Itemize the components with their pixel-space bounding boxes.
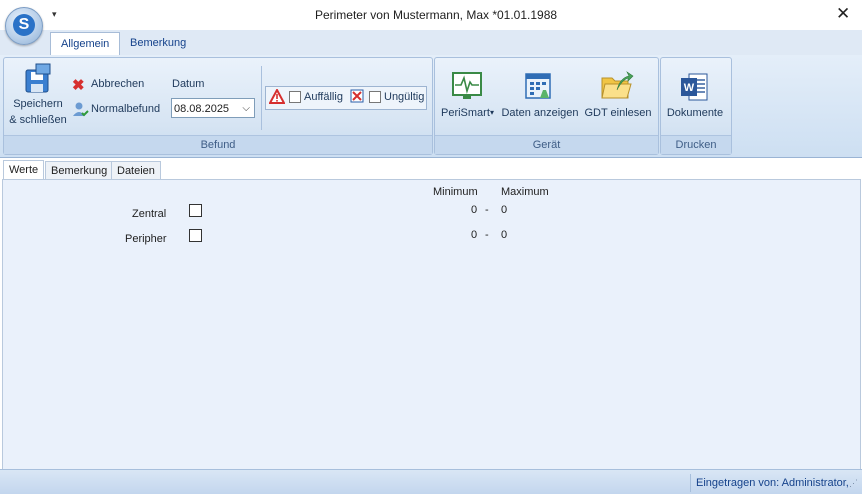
perismart-label: PeriSmart — [441, 107, 490, 119]
dokumente-button[interactable]: W Dokumente — [664, 70, 726, 122]
chevron-down-icon[interactable]: ⌵ — [242, 99, 250, 119]
perismart-button[interactable]: PeriSmart ▾ — [438, 70, 496, 122]
dokumente-label: Dokumente — [666, 107, 724, 119]
tab-bemerkung[interactable]: Bemerkung — [120, 32, 196, 55]
tab-werte[interactable]: Werte — [3, 160, 45, 180]
window-title: Perimeter von Mustermann, Max *01.01.198… — [314, 8, 558, 22]
cancel-label: Abbrechen — [91, 78, 145, 90]
tab-bemerkung-lower[interactable]: Bemerkung — [45, 161, 114, 180]
group-separator — [261, 66, 262, 130]
save-label-line1: Speichern — [13, 98, 63, 110]
tab-dateien[interactable]: Dateien — [111, 161, 161, 180]
ungueltig-checkbox[interactable] — [369, 91, 381, 103]
zentral-min-value: 0 — [471, 204, 478, 216]
save-icon — [25, 63, 51, 93]
app-menu-button[interactable]: S — [5, 7, 43, 45]
minimum-header: Minimum — [433, 186, 478, 198]
zentral-max-value: 0 — [501, 204, 508, 216]
tab-allgemein[interactable]: Allgemein — [50, 32, 121, 56]
maximum-header: Maximum — [501, 186, 549, 198]
perismart-dropdown-icon[interactable]: ▾ — [490, 108, 494, 117]
word-document-icon: W — [681, 73, 708, 101]
monitor-heartbeat-icon — [452, 72, 482, 99]
date-picker[interactable]: 08.08.2025 ⌵ — [171, 98, 255, 118]
close-button[interactable]: ✕ — [836, 4, 850, 24]
werte-panel — [2, 179, 861, 471]
save-close-button[interactable]: Speichern & schließen — [8, 60, 68, 130]
date-value: 08.08.2025 — [174, 103, 230, 115]
group-label-geraet: Gerät — [435, 135, 658, 154]
auffaellig-label: Auffällig — [304, 91, 343, 103]
invalid-x-icon — [350, 89, 364, 103]
row-label-zentral: Zentral — [132, 208, 167, 220]
data-table-icon — [525, 73, 551, 99]
zentral-separator: - — [485, 204, 489, 216]
auffaellig-checkbox[interactable] — [289, 91, 301, 103]
peripher-max-value: 0 — [501, 229, 508, 241]
cancel-x-icon: ✖ — [72, 77, 85, 94]
app-logo-icon: S — [13, 14, 35, 36]
group-label-befund: Befund — [4, 135, 432, 154]
group-label-drucken: Drucken — [661, 135, 731, 154]
user-check-icon — [73, 102, 89, 117]
folder-import-icon — [601, 71, 634, 99]
zentral-checkbox[interactable] — [189, 204, 202, 217]
status-text: Eingetragen von: Administrator, — [690, 474, 849, 492]
save-label-line2: & schließen — [9, 114, 67, 126]
daten-anzeigen-button[interactable]: Daten anzeigen — [500, 70, 579, 122]
warning-icon — [269, 89, 285, 104]
gdt-einlesen-button[interactable]: GDT einlesen — [582, 70, 654, 122]
cancel-button[interactable]: ✖ Abbrechen — [72, 77, 152, 94]
normalbefund-button[interactable]: Normalbefund — [72, 101, 164, 119]
resize-grip-icon[interactable]: ⋰ — [849, 478, 858, 489]
peripher-separator: - — [485, 229, 489, 241]
gdt-einlesen-label: GDT einlesen — [584, 107, 652, 119]
svg-text:W: W — [684, 82, 695, 94]
peripher-checkbox[interactable] — [189, 229, 202, 242]
date-label: Datum — [172, 78, 205, 90]
peripher-min-value: 0 — [471, 229, 478, 241]
daten-anzeigen-label: Daten anzeigen — [501, 107, 579, 119]
row-label-peripher: Peripher — [125, 233, 167, 245]
ungueltig-label: Ungültig — [384, 91, 425, 103]
normalbefund-label: Normalbefund — [91, 103, 161, 115]
